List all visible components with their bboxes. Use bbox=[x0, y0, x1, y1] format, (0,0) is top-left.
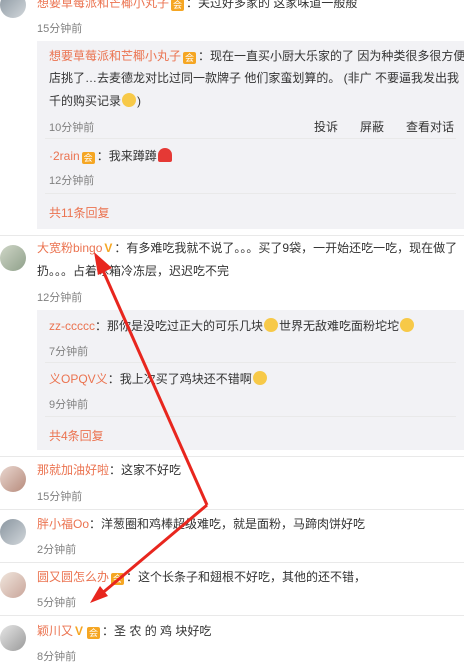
divider bbox=[0, 235, 464, 236]
block-button[interactable]: 屏蔽 bbox=[360, 120, 384, 134]
comment-time: 8分钟前 bbox=[37, 651, 77, 663]
divider bbox=[45, 416, 456, 417]
comment-text: 想要草莓派和芒椰小丸子会：关过好多家的 这家味道一般般 bbox=[37, 0, 357, 14]
divider bbox=[45, 193, 456, 194]
reply-text: zz-ccccc：那你是没吃过正大的可乐几块 世界无敌难吃面粉坨坨 bbox=[49, 316, 415, 337]
view-conversation-button[interactable]: 查看对话 bbox=[406, 120, 454, 134]
comment-time: 5分钟前 bbox=[37, 597, 77, 609]
username-link[interactable]: 想要草莓派和芒椰小丸子 bbox=[49, 49, 181, 63]
more-replies-link[interactable]: 共11条回复 bbox=[49, 204, 109, 221]
cat-emoji-icon bbox=[122, 93, 137, 107]
comment-text: 胖小福Oo：洋葱圈和鸡棒超级难吃，就是面粉，马蹄肉饼好吃 bbox=[37, 517, 366, 531]
divider bbox=[0, 615, 464, 616]
member-badge-icon: 会 bbox=[81, 152, 95, 164]
username-link[interactable]: 大宽粉bingo bbox=[37, 241, 102, 255]
reply-time: 9分钟前 bbox=[49, 399, 89, 411]
more-replies-link[interactable]: 共4条回复 bbox=[49, 427, 104, 444]
member-badge-icon: 会 bbox=[183, 52, 197, 64]
reply-actions: 投诉 屏蔽 查看对话 bbox=[314, 118, 454, 135]
comment-time: 2分钟前 bbox=[37, 544, 77, 556]
username-link[interactable]: 胖小福Oo bbox=[37, 517, 89, 531]
cat-emoji-icon bbox=[264, 318, 279, 332]
username-link[interactable]: 义OPQV义 bbox=[49, 372, 108, 386]
member-badge-icon: 会 bbox=[111, 573, 125, 585]
verified-v-icon: V bbox=[104, 241, 113, 255]
reply-text: ·2rain 会：我来蹲蹲 bbox=[49, 146, 173, 167]
reply-text: 义OPQV义：我上次买了鸡块还不错啊 bbox=[49, 369, 268, 390]
username-link[interactable]: 圆又圆怎么办 bbox=[37, 570, 109, 584]
username-link[interactable]: 那就加油好啦 bbox=[37, 463, 109, 477]
avatar[interactable] bbox=[0, 466, 26, 492]
divider bbox=[0, 509, 464, 510]
avatar[interactable] bbox=[0, 519, 26, 545]
verified-v-icon: V bbox=[75, 624, 84, 638]
comment-text: 那就加油好啦：这家不好吃 bbox=[37, 463, 182, 477]
divider bbox=[0, 562, 464, 563]
avatar[interactable] bbox=[0, 0, 26, 18]
cat-emoji-icon bbox=[400, 318, 415, 332]
username-link[interactable]: zz-ccccc bbox=[49, 319, 95, 333]
avatar[interactable] bbox=[0, 625, 26, 651]
reply-list: zz-ccccc：那你是没吃过正大的可乐几块 世界无敌难吃面粉坨坨 7分钟前 义O… bbox=[37, 310, 464, 450]
reply-text: 想要草莓派和芒椰小丸子会：现在一直买小厨大乐家的了 因为种类很多很方便 bbox=[49, 49, 464, 64]
comment-text: 颖川又 V 会：圣 农 的 鸡 块好吃 bbox=[37, 624, 212, 639]
reply-list: 想要草莓派和芒椰小丸子会：现在一直买小厨大乐家的了 因为种类很多很方便 店挑了…… bbox=[37, 41, 464, 229]
divider bbox=[0, 456, 464, 457]
reply-text-line: 千的购买记录) bbox=[49, 93, 142, 108]
avatar[interactable] bbox=[0, 572, 26, 598]
reply-time: 7分钟前 bbox=[49, 346, 89, 358]
divider bbox=[45, 138, 456, 139]
comment-text: 大宽粉bingo V ：有多难吃我就不说了。。。买了9袋，一开始还吃一吃，现在做了 bbox=[37, 241, 458, 255]
username-link[interactable]: 颖川又 bbox=[37, 624, 73, 638]
username-link[interactable]: ·2rain bbox=[49, 149, 80, 163]
avatar[interactable] bbox=[0, 245, 26, 271]
divider bbox=[45, 362, 456, 363]
reply-time: 12分钟前 bbox=[49, 175, 95, 187]
username-link[interactable]: 想要草莓派和芒椰小丸子 bbox=[37, 0, 169, 10]
reply-time: 10分钟前 bbox=[49, 122, 95, 134]
laughing-emoji-icon bbox=[252, 371, 267, 385]
member-badge-icon: 会 bbox=[171, 0, 185, 11]
comment-text-line: 扔。。。占着冰箱冷冻层，迟迟吃不完 bbox=[37, 264, 230, 278]
comment-time: 15分钟前 bbox=[37, 23, 83, 35]
comment-text: 圆又圆怎么办会：这个长条子和翅根不好吃，其他的还不错， bbox=[37, 570, 367, 585]
report-button[interactable]: 投诉 bbox=[314, 120, 338, 134]
reply-text-line: 店挑了…去麦德龙对比过同一款牌子 他们家蛮划算的。 (非广 不要逼我发出我 bbox=[49, 71, 460, 85]
heart-icon bbox=[157, 148, 172, 162]
member-badge-icon: 会 bbox=[87, 627, 101, 639]
comment-time: 12分钟前 bbox=[37, 292, 83, 304]
comment-time: 15分钟前 bbox=[37, 491, 83, 503]
